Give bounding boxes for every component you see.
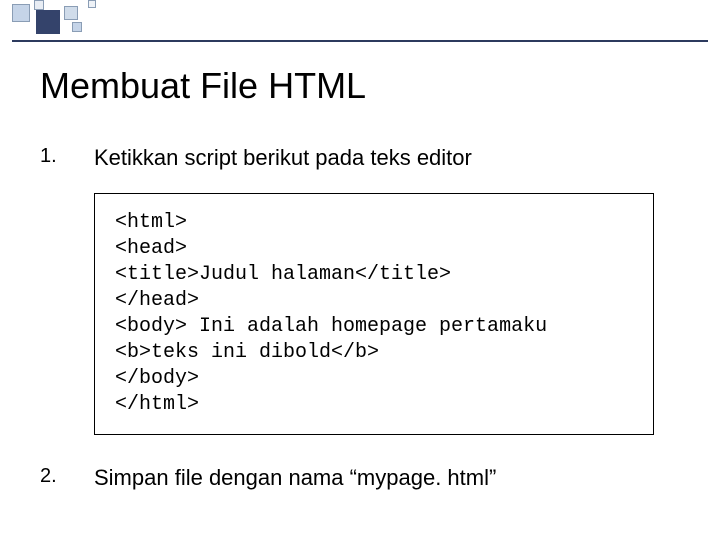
- code-line: <b>teks ini dibold</b>: [115, 340, 633, 366]
- list-number: 1.: [40, 145, 94, 168]
- list-item: 1. Ketikkan script berikut pada teks edi…: [40, 145, 680, 171]
- deco-block: [34, 0, 44, 10]
- list-text: Simpan file dengan nama “mypage. html”: [94, 465, 496, 491]
- list-number: 2.: [40, 465, 94, 488]
- corner-decoration: [0, 0, 135, 35]
- deco-block: [36, 10, 60, 34]
- list-item: 2. Simpan file dengan nama “mypage. html…: [40, 465, 680, 491]
- code-box: <html> <head> <title>Judul halaman</titl…: [94, 193, 654, 435]
- top-divider: [12, 40, 708, 42]
- code-line: <title>Judul halaman</title>: [115, 262, 633, 288]
- code-line: </html>: [115, 392, 633, 418]
- deco-block: [12, 4, 30, 22]
- code-line: <html>: [115, 210, 633, 236]
- code-line: </head>: [115, 288, 633, 314]
- deco-block: [72, 22, 82, 32]
- page-title: Membuat File HTML: [40, 65, 680, 107]
- deco-block: [88, 0, 96, 8]
- deco-block: [64, 6, 78, 20]
- slide-content: Membuat File HTML 1. Ketikkan script ber…: [40, 65, 680, 513]
- code-line: <head>: [115, 236, 633, 262]
- list-text: Ketikkan script berikut pada teks editor: [94, 145, 472, 171]
- code-line: <body> Ini adalah homepage pertamaku: [115, 314, 633, 340]
- code-line: </body>: [115, 366, 633, 392]
